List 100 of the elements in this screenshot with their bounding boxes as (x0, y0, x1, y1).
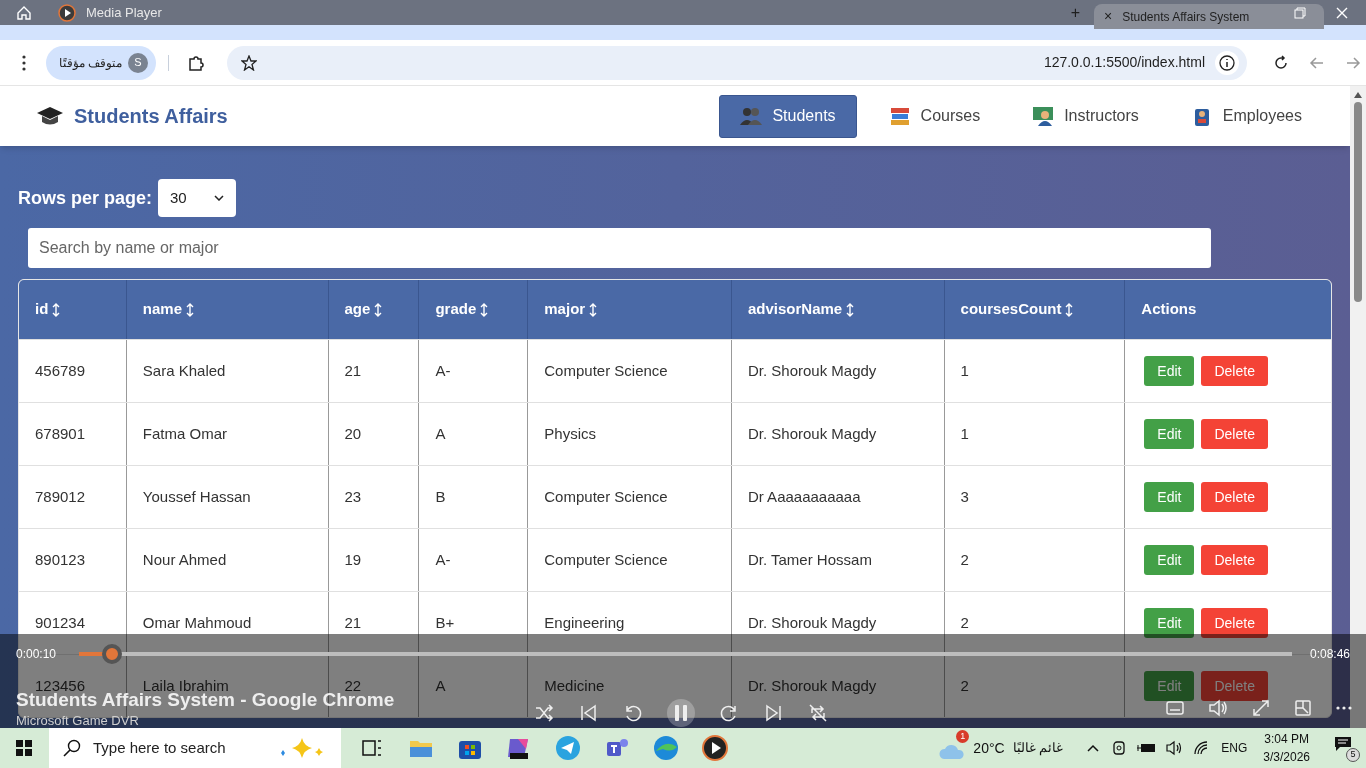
paper-plane-icon[interactable] (555, 735, 581, 761)
tab-close-button[interactable]: × (1104, 6, 1113, 27)
taskbar-search-field[interactable]: Type here to search (49, 728, 341, 768)
edit-button[interactable]: Edit (1144, 356, 1195, 386)
sort-arrows-icon[interactable] (1065, 301, 1074, 318)
menu-icon[interactable] (22, 54, 26, 71)
books-icon (888, 105, 911, 127)
column-header[interactable]: name (125, 280, 328, 339)
address-bar[interactable]: 127.0.0.1:5500/index.html (227, 45, 1247, 80)
reload-icon[interactable] (1273, 54, 1289, 71)
scrollbar-thumb[interactable] (1354, 102, 1362, 302)
nav-tab[interactable]: Instructors (1012, 94, 1159, 138)
play-icon[interactable] (58, 3, 76, 22)
repeat-off-icon[interactable] (808, 703, 828, 723)
edit-button[interactable]: Edit (1144, 608, 1195, 638)
delete-button[interactable]: Delete (1201, 482, 1268, 512)
graduation-cap-icon (36, 105, 64, 127)
notification-icon[interactable] (1334, 736, 1352, 752)
table-cell-text: 2 (960, 675, 969, 696)
close-icon[interactable] (1336, 6, 1348, 19)
edit-button[interactable]: Edit (1144, 419, 1195, 449)
camera-icon[interactable] (1111, 740, 1128, 756)
delete-button[interactable]: Delete (1201, 419, 1268, 449)
table-cell-text: Medicine (544, 675, 605, 696)
pause-icon[interactable] (666, 698, 696, 728)
table-cell-text: 22 (344, 675, 362, 694)
nav-tab[interactable]: Students (719, 94, 857, 138)
column-header[interactable]: id (19, 280, 126, 339)
clock-date[interactable]: 3/3/2026 (1263, 748, 1310, 766)
table-cell-text: A (435, 675, 446, 696)
home-icon[interactable] (16, 4, 32, 21)
column-header[interactable]: age (327, 280, 419, 339)
more-icon[interactable] (1336, 706, 1352, 710)
sort-arrows-icon[interactable] (52, 301, 61, 318)
table-cell-text: A- (435, 360, 451, 381)
column-header[interactable]: coursesCount (943, 280, 1125, 339)
next-icon[interactable] (764, 703, 784, 723)
profile-status: متوقف مؤقتًا (58, 54, 122, 72)
previous-icon[interactable] (578, 703, 598, 723)
rows-per-page-select[interactable]: 30 (158, 179, 237, 217)
restore-icon[interactable] (1294, 6, 1306, 19)
table-cell-text: 789012 (35, 486, 86, 507)
column-header[interactable]: Actions (1124, 280, 1331, 339)
column-header[interactable]: major (527, 280, 731, 339)
delete-button[interactable]: Delete (1201, 356, 1268, 386)
sort-arrows-icon[interactable] (480, 301, 489, 318)
chevron-up-icon[interactable] (1087, 744, 1100, 752)
media-app-icon[interactable] (702, 735, 728, 761)
profile-avatar: S (128, 52, 148, 73)
speaker-icon[interactable] (1165, 740, 1184, 756)
back-arrow-icon[interactable] (1309, 54, 1325, 71)
weather-text: غائم غالبًا (1012, 739, 1064, 758)
table-cell-text: 901234 (35, 612, 86, 633)
table-cell-text: Dr. Shorouk Magdy (747, 675, 877, 696)
edit-button[interactable]: Edit (1144, 545, 1195, 575)
sort-arrows-icon[interactable] (589, 301, 598, 318)
puzzle-icon[interactable] (187, 53, 205, 72)
tab-title: Students Affairs System (1122, 8, 1250, 26)
battery-icon[interactable] (1137, 742, 1158, 754)
table-cell-text: 21 (344, 360, 362, 381)
edit-button[interactable]: Edit (1144, 482, 1195, 512)
nav-tab[interactable]: Courses (868, 94, 1001, 138)
forward-arrow-icon[interactable] (1345, 54, 1361, 71)
table-cell-text: 678901 (35, 423, 86, 444)
scroll-up-icon[interactable] (1354, 92, 1362, 98)
captions-icon[interactable] (1166, 700, 1184, 716)
table-cell-text: 19 (344, 549, 362, 570)
table-cell-text: B+ (435, 612, 455, 633)
language-indicator[interactable]: ENG (1221, 739, 1248, 757)
table-cell-text: Dr Aaaaaaaaaaa (747, 486, 861, 507)
info-icon[interactable] (1215, 50, 1239, 75)
star-icon[interactable] (241, 54, 257, 71)
table-cell-text: Computer Science (544, 360, 668, 381)
column-header[interactable]: grade (418, 280, 528, 339)
sort-arrows-icon[interactable] (186, 301, 195, 318)
column-header[interactable]: advisorName (730, 280, 944, 339)
rows-per-page-label: Rows per page: (18, 186, 153, 210)
volume-icon[interactable] (1208, 699, 1228, 717)
new-tab-button[interactable]: + (1070, 0, 1080, 25)
table-cell-text: Dr. Shorouk Magdy (747, 360, 877, 381)
search-field[interactable]: Search by name or major (28, 228, 1211, 268)
wifi-icon[interactable] (1193, 740, 1210, 756)
fullscreen-icon[interactable] (1252, 699, 1270, 717)
delete-button[interactable]: Delete (1201, 545, 1268, 575)
sort-arrows-icon[interactable] (846, 301, 855, 318)
browser-tab[interactable]: × Students Affairs System (1094, 4, 1324, 29)
clock-time[interactable]: 3:04 PM (1264, 730, 1309, 748)
shuffle-icon[interactable] (534, 703, 554, 723)
sort-arrows-icon[interactable] (374, 301, 383, 318)
table-cell-text: Omar Mahmoud (142, 612, 252, 633)
search-icon (63, 739, 81, 757)
table-cell-text: Nour Ahmed (142, 549, 227, 570)
notification-count: 5 (1346, 748, 1360, 762)
table-cell-text: 890123 (35, 549, 86, 570)
mini-player-icon[interactable] (1294, 699, 1312, 717)
delete-button[interactable]: Delete (1201, 608, 1268, 638)
windows-logo-icon[interactable] (16, 740, 32, 756)
nav-tab[interactable]: Employees (1170, 94, 1322, 138)
progress-thumb[interactable] (101, 644, 122, 664)
table-cell-text: 1 (960, 360, 969, 381)
